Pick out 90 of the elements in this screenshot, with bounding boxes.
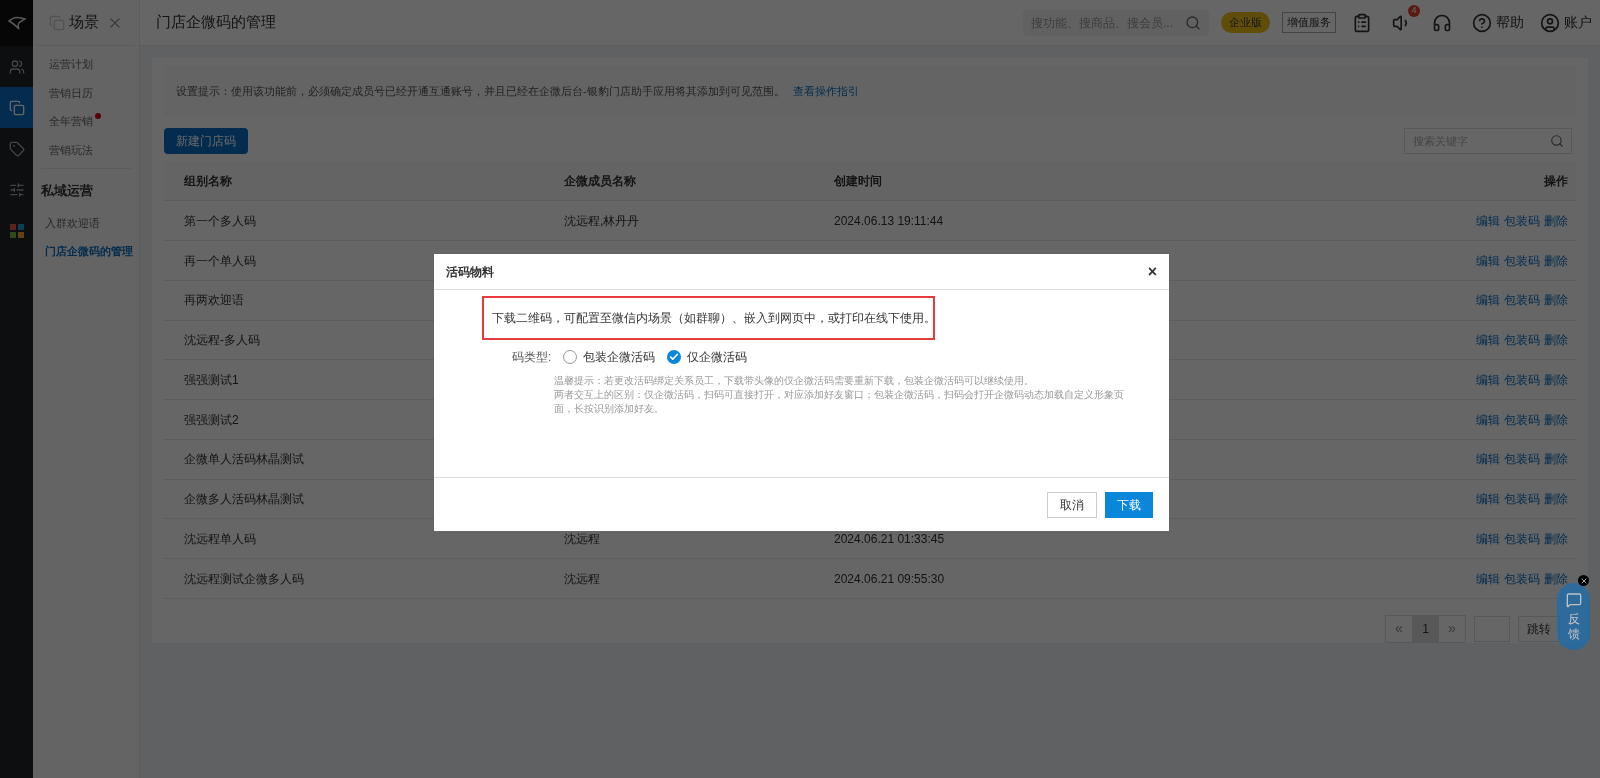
action-link[interactable]: 包装码 [1504,291,1540,310]
action-link[interactable]: 删除 [1544,450,1568,469]
download-button[interactable]: 下载 [1105,491,1153,518]
guide-link[interactable]: 查看操作指引 [792,82,859,100]
prev-page-button[interactable]: « [1386,615,1412,642]
help-icon [1472,12,1492,33]
action-link[interactable]: 删除 [1544,490,1568,509]
page-title: 门店企微码的管理 [156,12,277,33]
help-button[interactable]: 帮助 [1472,12,1524,33]
action-link[interactable]: 包装码 [1504,410,1540,429]
edition-badge: 企业版 [1221,12,1270,33]
table-cell: 沈远程,林丹丹 [564,213,640,228]
hint-text: 温馨提示：若更改活码绑定关系员工，下载带头像的仅企微活码需要重新下载，包装企微活码可以继续使用。 [554,374,1035,388]
table-cell: 沈远程-多人码 [184,333,260,348]
table-cell: 沈远程单人码 [184,531,256,546]
dialog-title: 活码物料 [446,263,494,281]
action-link[interactable]: 编辑 [1476,370,1500,389]
table-cell: 沈远程 [564,531,600,546]
table-cell: 再两欢迎语 [184,293,244,308]
code-type-radio[interactable]: 仅企微活码 [667,348,748,366]
action-link[interactable]: 编辑 [1476,490,1500,509]
action-link[interactable]: 包装码 [1504,450,1540,469]
service-button[interactable]: 增值服务 [1282,12,1336,33]
action-link[interactable]: 编辑 [1476,450,1500,469]
table-cell: 沈远程测试企微多人码 [184,571,304,586]
action-link[interactable]: 编辑 [1476,291,1500,310]
action-link[interactable]: 编辑 [1476,410,1500,429]
hint-text: 两者交互上的区别：仅企微活码，扫码可直接打开，对应添加好友窗口；包装企微活码，扫码会打开企微码动态加载自定义形象页面，长按识别添加好友。 [554,388,1125,416]
table-cell: 沈远程 [564,571,600,586]
table-cell: 2024.06.13 19:11:44 [834,213,944,228]
tag-icon [8,140,25,157]
table-cell: 第一个多人码 [184,213,256,228]
user-icon [1540,12,1560,33]
apps-icon [9,223,24,238]
clipboard-icon[interactable] [1352,12,1372,33]
sidebar-item[interactable]: 门店企微码的管理 [45,243,133,260]
table-cell: 再一个单人码 [184,253,256,268]
action-link[interactable]: 删除 [1544,410,1568,429]
cancel-button[interactable]: 取消 [1047,491,1097,518]
table-cell: 企微多人活码林晶测试 [184,492,304,507]
table-cell: 企微单人活码林晶测试 [184,452,304,467]
next-page-button[interactable]: » [1439,615,1465,642]
new-store-code-button[interactable]: 新建门店码 [164,127,248,154]
action-link[interactable]: 包装码 [1504,331,1540,350]
action-link[interactable]: 编辑 [1476,569,1500,588]
sidebar-heading: 私域运营 [41,182,94,200]
action-link[interactable]: 删除 [1544,251,1568,270]
action-link[interactable]: 包装码 [1504,490,1540,509]
feedback-icon [1565,591,1582,608]
code-type-radio[interactable]: 包装企微活码 [563,348,656,366]
copy-icon [8,99,25,116]
action-link[interactable]: 包装码 [1504,370,1540,389]
action-link[interactable]: 删除 [1544,529,1568,548]
type-label: 码类型: [512,349,552,366]
table-cell: 2024.06.21 09:55:30 [834,571,945,586]
check-icon [669,352,680,362]
feedback-close-icon[interactable] [1578,575,1589,586]
jump-button[interactable]: 跳转 [1518,615,1560,642]
action-link[interactable]: 删除 [1544,370,1568,389]
search-icon [1550,133,1564,148]
action-link[interactable]: 删除 [1544,211,1568,230]
notice-badge: 4 [1408,4,1420,17]
sidebar-title: 场景 [69,12,100,33]
action-link[interactable]: 编辑 [1476,331,1500,350]
sliders-icon [8,181,25,198]
action-link[interactable]: 包装码 [1504,529,1540,548]
notice-text: 下载二维码，可配置至微信内场景（如群聊）、嵌入到网页中，或打印在线下使用。 [492,310,936,327]
table-cell: 强强测试1 [184,372,239,387]
action-link[interactable]: 包装码 [1504,251,1540,270]
column-header: 创建时间 [834,174,882,189]
action-link[interactable]: 包装码 [1504,211,1540,230]
column-header: 组别名称 [184,174,232,189]
action-link[interactable]: 删除 [1544,291,1568,310]
column-header: 操作 [1544,174,1568,189]
action-link[interactable]: 删除 [1544,331,1568,350]
feedback-button[interactable]: 反馈 [1557,583,1590,650]
table-cell: 2024.06.21 01:33:45 [834,531,945,546]
action-link[interactable]: 编辑 [1476,251,1500,270]
close-button[interactable]: × [1147,259,1157,284]
action-link[interactable]: 编辑 [1476,529,1500,548]
people-icon [8,58,25,75]
page-button[interactable]: 1 [1412,615,1439,642]
table-cell: 强强测试2 [184,412,239,427]
column-header: 企微成员名称 [564,174,636,189]
headset-icon[interactable] [1432,12,1452,33]
logo-icon [6,15,27,31]
search-icon [1185,14,1201,31]
account-button[interactable]: 账户 [1540,12,1592,33]
action-link[interactable]: 编辑 [1476,211,1500,230]
action-link[interactable]: 包装码 [1504,569,1540,588]
